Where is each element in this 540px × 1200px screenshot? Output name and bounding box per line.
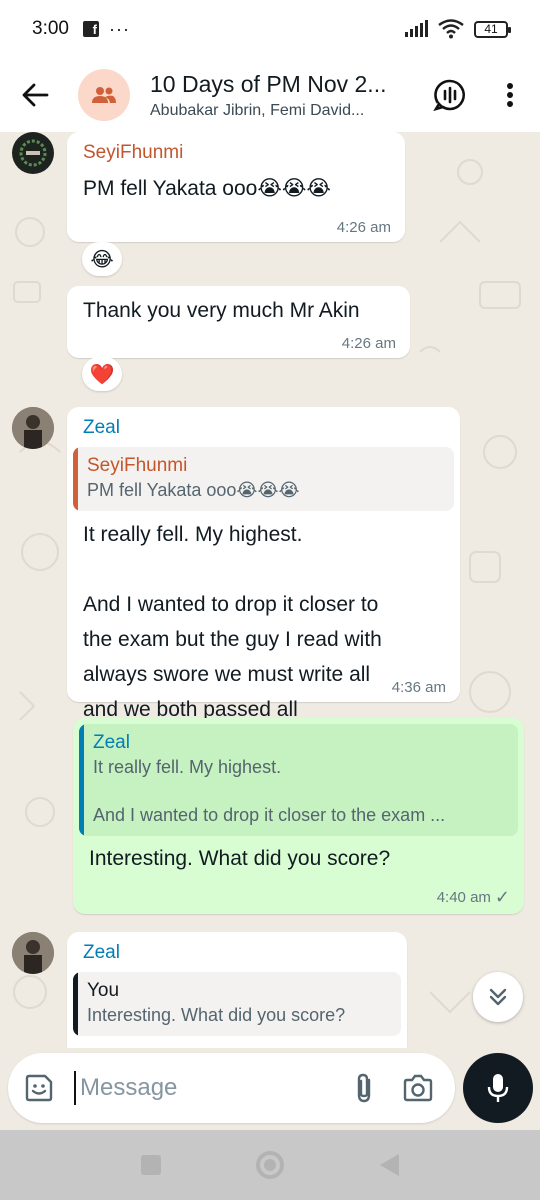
message-bubble[interactable]: SeyiFhunmi PM fell Yakata ooo😭😭😭 4:26 am [67,132,405,242]
reaction-badge[interactable]: ❤️ [82,357,122,391]
message-text: Interesting. What did you score? [89,847,391,870]
system-navigation-bar [0,1130,540,1200]
status-time: 3:00 [32,18,69,39]
group-icon [92,87,116,103]
quoted-text-line: It really fell. My highest. [93,757,282,777]
sender-name[interactable]: Zeal [67,932,407,964]
home-button[interactable] [255,1150,285,1180]
battery-icon: 41 [474,20,511,38]
back-nav-button[interactable] [377,1152,401,1178]
message-composer: Message [8,1053,455,1123]
message-input[interactable]: Message [80,1074,337,1102]
sender-avatar[interactable] [12,132,54,174]
signal-icon [405,20,428,37]
quoted-sender: Zeal [93,732,130,753]
quoted-sender: SeyiFhunmi [87,455,188,476]
person-photo-icon [12,932,54,974]
message-time: 4:26 am [341,335,396,352]
message-line: It really fell. My highest. [83,523,303,546]
quoted-text: PM fell Yakata ooo😭😭😭 [87,480,300,500]
message-text: PM fell Yakata ooo😭😭😭 [83,177,331,200]
wreath-avatar-icon [19,139,47,167]
quoted-message[interactable]: SeyiFhunmi PM fell Yakata ooo😭😭😭 [73,447,454,511]
quoted-blank-line [93,780,506,802]
status-bar: 3:00 f ··· 41 [0,0,540,58]
chat-info[interactable]: 10 Days of PM Nov 2... Abubakar Jibrin, … [150,71,408,120]
sticker-button[interactable] [12,1061,66,1115]
message-time: 4:26 am [336,219,391,236]
message-bubble[interactable]: Zeal SeyiFhunmi PM fell Yakata ooo😭😭😭 It… [67,407,460,721]
message-line: the exam but the guy I read with [83,628,382,651]
facebook-notification-icon: f [82,21,99,37]
reaction-badge[interactable]: 😂 [82,242,122,276]
person-photo-icon [12,407,54,449]
group-avatar[interactable] [78,69,130,121]
voice-chat-button[interactable] [426,71,474,119]
microphone-icon [487,1074,509,1102]
sent-check-icon: ✓ [494,887,510,907]
back-button[interactable] [0,58,70,132]
message-line: always swore we must write all [83,663,371,686]
sender-avatar[interactable] [12,407,54,449]
quoted-message[interactable]: You Interesting. What did you score? [73,972,401,1036]
text-cursor [74,1071,76,1105]
more-vertical-icon [507,83,513,107]
more-notifications-indicator: ··· [108,18,130,39]
scroll-to-bottom-button[interactable] [473,972,523,1022]
attach-button[interactable] [337,1061,391,1115]
chat-title: 10 Days of PM Nov 2... [150,70,387,97]
chat-header: 10 Days of PM Nov 2... Abubakar Jibrin, … [0,58,540,132]
recent-apps-button[interactable] [139,1153,163,1177]
more-options-button[interactable] [486,71,534,119]
message-bubble[interactable]: Zeal You Interesting. What did you score… [67,932,407,1048]
quoted-message[interactable]: Zeal It really fell. My highest. And I w… [79,724,518,836]
voice-message-button[interactable] [463,1053,533,1123]
sender-avatar[interactable] [12,932,54,974]
sticker-icon [25,1074,53,1102]
voice-chat-icon [433,79,466,112]
message-line [83,552,444,587]
quoted-text: Interesting. What did you score? [87,1005,346,1025]
double-chevron-down-icon [489,988,507,1006]
camera-icon [403,1074,433,1102]
quoted-text-line: And I wanted to drop it closer to the ex… [93,805,446,825]
message-text: Thank you very much Mr Akin [83,299,360,322]
paperclip-icon [357,1073,371,1103]
message-time: 4:36 am [391,679,446,696]
outgoing-message-bubble[interactable]: Zeal It really fell. My highest. And I w… [73,718,524,914]
arrow-left-icon [22,83,49,107]
camera-button[interactable] [391,1061,445,1115]
chat-area[interactable]: SeyiFhunmi PM fell Yakata ooo😭😭😭 4:26 am… [0,132,540,1048]
chat-participants: Abubakar Jibrin, Femi David... [150,101,365,119]
message-bubble[interactable]: Thank you very much Mr Akin 4:26 am [67,286,410,358]
sender-name[interactable]: SeyiFhunmi [67,132,405,164]
message-time: 4:40 am [436,889,491,906]
sender-name[interactable]: Zeal [67,407,460,439]
wifi-icon [438,19,464,39]
quoted-sender: You [87,980,120,1001]
message-line: And I wanted to drop it closer to [83,593,379,616]
